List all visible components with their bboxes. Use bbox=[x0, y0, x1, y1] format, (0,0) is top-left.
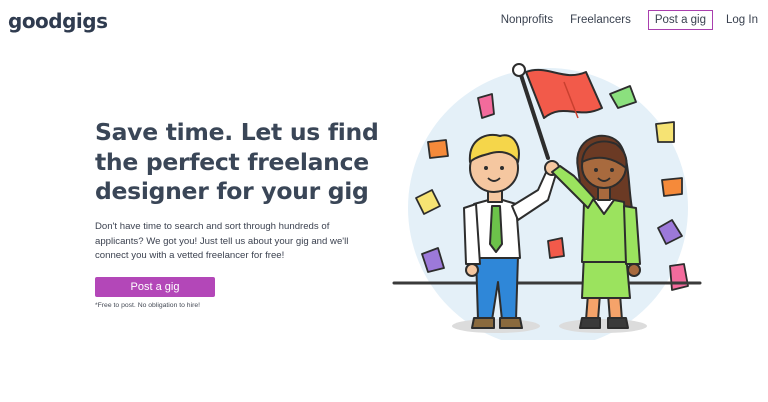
hero-description: Don't have time to search and sort throu… bbox=[95, 221, 349, 261]
nav-link-freelancers[interactable]: Freelancers bbox=[570, 14, 631, 26]
nav-link-log-in[interactable]: Log In bbox=[726, 14, 758, 26]
nav-link-nonprofits[interactable]: Nonprofits bbox=[501, 14, 553, 26]
post-a-gig-button[interactable]: Post a gig bbox=[95, 277, 215, 297]
freelancers-celebrating-illustration bbox=[392, 63, 702, 340]
floor-shadow-left bbox=[452, 319, 540, 333]
goodgigs-logo[interactable]: goodgigs bbox=[8, 9, 108, 33]
top-nav: Nonprofits Freelancers Post a gig Log In bbox=[501, 10, 758, 30]
fine-print: *Free to post. No obligation to hire! bbox=[95, 302, 201, 309]
nav-post-a-gig-button[interactable]: Post a gig bbox=[647, 10, 714, 30]
hero-title: Save time. Let us find the perfect freel… bbox=[95, 118, 379, 205]
floor-shadow-right bbox=[559, 319, 647, 333]
